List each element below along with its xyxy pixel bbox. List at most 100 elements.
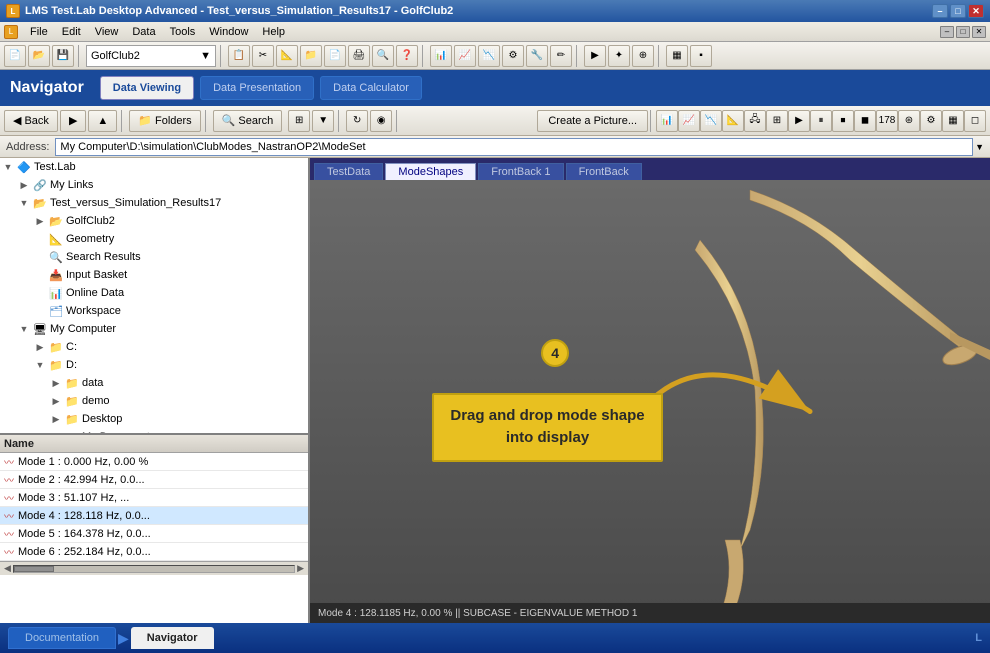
forward-button[interactable]: ▶ <box>60 110 86 132</box>
new-button[interactable]: 📄 <box>4 45 26 67</box>
tree-item-testlab[interactable]: ▼ 🔷 Test.Lab <box>0 158 308 176</box>
tree-item-onlinedata[interactable]: 📊 Online Data <box>0 284 308 302</box>
disp-tb11[interactable]: 178 <box>876 110 898 132</box>
scroll-right-arrow[interactable]: ▶ <box>297 563 304 574</box>
tb-btn3[interactable]: 📐 <box>276 45 298 67</box>
tb-btn11[interactable]: 📉 <box>478 45 500 67</box>
address-input[interactable] <box>55 138 973 156</box>
minimize-button[interactable]: – <box>932 4 948 18</box>
menu-tools[interactable]: Tools <box>164 25 202 39</box>
scroll-track[interactable] <box>13 565 295 573</box>
disp-tb14[interactable]: ▦ <box>942 110 964 132</box>
tree-item-mylinks[interactable]: ▶ 🔗 My Links <box>0 176 308 194</box>
disp-tb15[interactable]: ◻ <box>964 110 986 132</box>
expander-mylinks[interactable]: ▶ <box>16 180 32 191</box>
tb-btn17[interactable]: ⊕ <box>632 45 654 67</box>
tb-btn15[interactable]: ▶ <box>584 45 606 67</box>
tab-frontback[interactable]: FrontBack <box>566 163 642 180</box>
tb-btn19[interactable]: ▪ <box>690 45 712 67</box>
filter-button[interactable]: ◉ <box>370 110 392 132</box>
tb-btn2[interactable]: ✂ <box>252 45 274 67</box>
expander-data[interactable]: ▶ <box>48 378 64 389</box>
view-toggle[interactable]: ▼ <box>312 110 334 132</box>
disp-tb10[interactable]: ◼ <box>854 110 876 132</box>
disp-tb2[interactable]: 📈 <box>678 110 700 132</box>
tb-btn1[interactable]: 📋 <box>228 45 250 67</box>
disp-tb9[interactable]: ⏹ <box>832 110 854 132</box>
tb-btn6[interactable]: 🖨 <box>348 45 370 67</box>
back-button[interactable]: ◀ Back <box>4 110 58 132</box>
tb-btn12[interactable]: ⚙ <box>502 45 524 67</box>
disp-tb7[interactable]: ▶ <box>788 110 810 132</box>
menu-close[interactable]: ✕ <box>972 26 986 38</box>
expander-golfclub2[interactable]: ▶ <box>32 216 48 227</box>
up-button[interactable]: ▲ <box>88 110 117 132</box>
tb-btn14[interactable]: ✏ <box>550 45 572 67</box>
tb-btn13[interactable]: 🔧 <box>526 45 548 67</box>
file-horizontal-scrollbar[interactable]: ◀ ▶ <box>0 561 308 575</box>
expander-demo[interactable]: ▶ <box>48 396 64 407</box>
tree-item-drive-d[interactable]: ▼ 📁 D: <box>0 356 308 374</box>
tab-modeshapes[interactable]: ModeShapes <box>385 163 476 180</box>
menu-file[interactable]: File <box>24 25 54 39</box>
tab-data-presentation[interactable]: Data Presentation <box>200 76 314 100</box>
tree-item-searchresults[interactable]: 🔍 Search Results <box>0 248 308 266</box>
menu-view[interactable]: View <box>89 25 125 39</box>
file-item-mode1[interactable]: 〰 Mode 1 : 0.000 Hz, 0.00 % <box>0 453 308 471</box>
expander-testlab[interactable]: ▼ <box>0 162 16 172</box>
menu-minimize[interactable]: – <box>940 26 954 38</box>
disp-tb12[interactable]: ⊛ <box>898 110 920 132</box>
disp-tb4[interactable]: 📐 <box>722 110 744 132</box>
tab-frontback1[interactable]: FrontBack 1 <box>478 163 563 180</box>
menu-help[interactable]: Help <box>256 25 291 39</box>
file-item-mode3[interactable]: 〰 Mode 3 : 51.107 Hz, ... <box>0 489 308 507</box>
tree-item-demo[interactable]: ▶ 📁 demo <box>0 392 308 410</box>
folders-button[interactable]: 📁 Folders <box>129 110 200 132</box>
project-dropdown[interactable]: GolfClub2 ▼ <box>86 45 216 67</box>
disp-tb13[interactable]: ⚙ <box>920 110 942 132</box>
bottom-tab-documentation[interactable]: Documentation <box>8 627 116 649</box>
refresh-button[interactable]: ↻ <box>346 110 368 132</box>
expander-drive-d[interactable]: ▼ <box>32 360 48 370</box>
close-button[interactable]: ✕ <box>968 4 984 18</box>
open-button[interactable]: 📂 <box>28 45 50 67</box>
disp-tb3[interactable]: 📉 <box>700 110 722 132</box>
menu-window[interactable]: Window <box>203 25 254 39</box>
menu-maximize[interactable]: □ <box>956 26 970 38</box>
bottom-tab-navigator[interactable]: Navigator <box>131 627 214 649</box>
create-picture-button[interactable]: Create a Picture... <box>537 110 648 132</box>
tb-btn7[interactable]: 🔍 <box>372 45 394 67</box>
expander-mycomputer[interactable]: ▼ <box>16 324 32 334</box>
maximize-button[interactable]: □ <box>950 4 966 18</box>
expander-drive-c[interactable]: ▶ <box>32 342 48 353</box>
disp-tb8[interactable]: ⏸ <box>810 110 832 132</box>
tb-btn5[interactable]: 📄 <box>324 45 346 67</box>
tab-testdata[interactable]: TestData <box>314 163 383 180</box>
disp-tb1[interactable]: 📊 <box>656 110 678 132</box>
file-item-mode4[interactable]: 〰 Mode 4 : 128.118 Hz, 0.0... <box>0 507 308 525</box>
tb-btn10[interactable]: 📈 <box>454 45 476 67</box>
search-button[interactable]: 🔍 Search <box>213 110 283 132</box>
tb-btn8[interactable]: ❓ <box>396 45 418 67</box>
scroll-left-arrow[interactable]: ◀ <box>4 563 11 574</box>
tree-item-inputbasket[interactable]: 📥 Input Basket <box>0 266 308 284</box>
tb-btn16[interactable]: ✦ <box>608 45 630 67</box>
tree-item-geometry[interactable]: 📐 Geometry <box>0 230 308 248</box>
tb-btn4[interactable]: 📁 <box>300 45 322 67</box>
address-dropdown-arrow[interactable]: ▼ <box>975 142 984 152</box>
grid-view-button[interactable]: ⊞ <box>288 110 310 132</box>
tree-item-mycomputer[interactable]: ▼ 🖥 My Computer <box>0 320 308 338</box>
save-button[interactable]: 💾 <box>52 45 74 67</box>
file-item-mode6[interactable]: 〰 Mode 6 : 252.184 Hz, 0.0... <box>0 543 308 561</box>
disp-tb6[interactable]: ⊞ <box>766 110 788 132</box>
expander-testvssim[interactable]: ▼ <box>16 198 32 208</box>
file-item-mode2[interactable]: 〰 Mode 2 : 42.994 Hz, 0.0... <box>0 471 308 489</box>
expander-desktop[interactable]: ▶ <box>48 414 64 425</box>
tree-item-golfclub2[interactable]: ▶ 📂 GolfClub2 <box>0 212 308 230</box>
scroll-thumb[interactable] <box>14 566 54 572</box>
tree-item-desktop[interactable]: ▶ 📁 Desktop <box>0 410 308 428</box>
tb-btn9[interactable]: 📊 <box>430 45 452 67</box>
tree-item-data[interactable]: ▶ 📁 data <box>0 374 308 392</box>
tree-item-workspace[interactable]: 🗂 Workspace <box>0 302 308 320</box>
tab-data-viewing[interactable]: Data Viewing <box>100 76 194 100</box>
